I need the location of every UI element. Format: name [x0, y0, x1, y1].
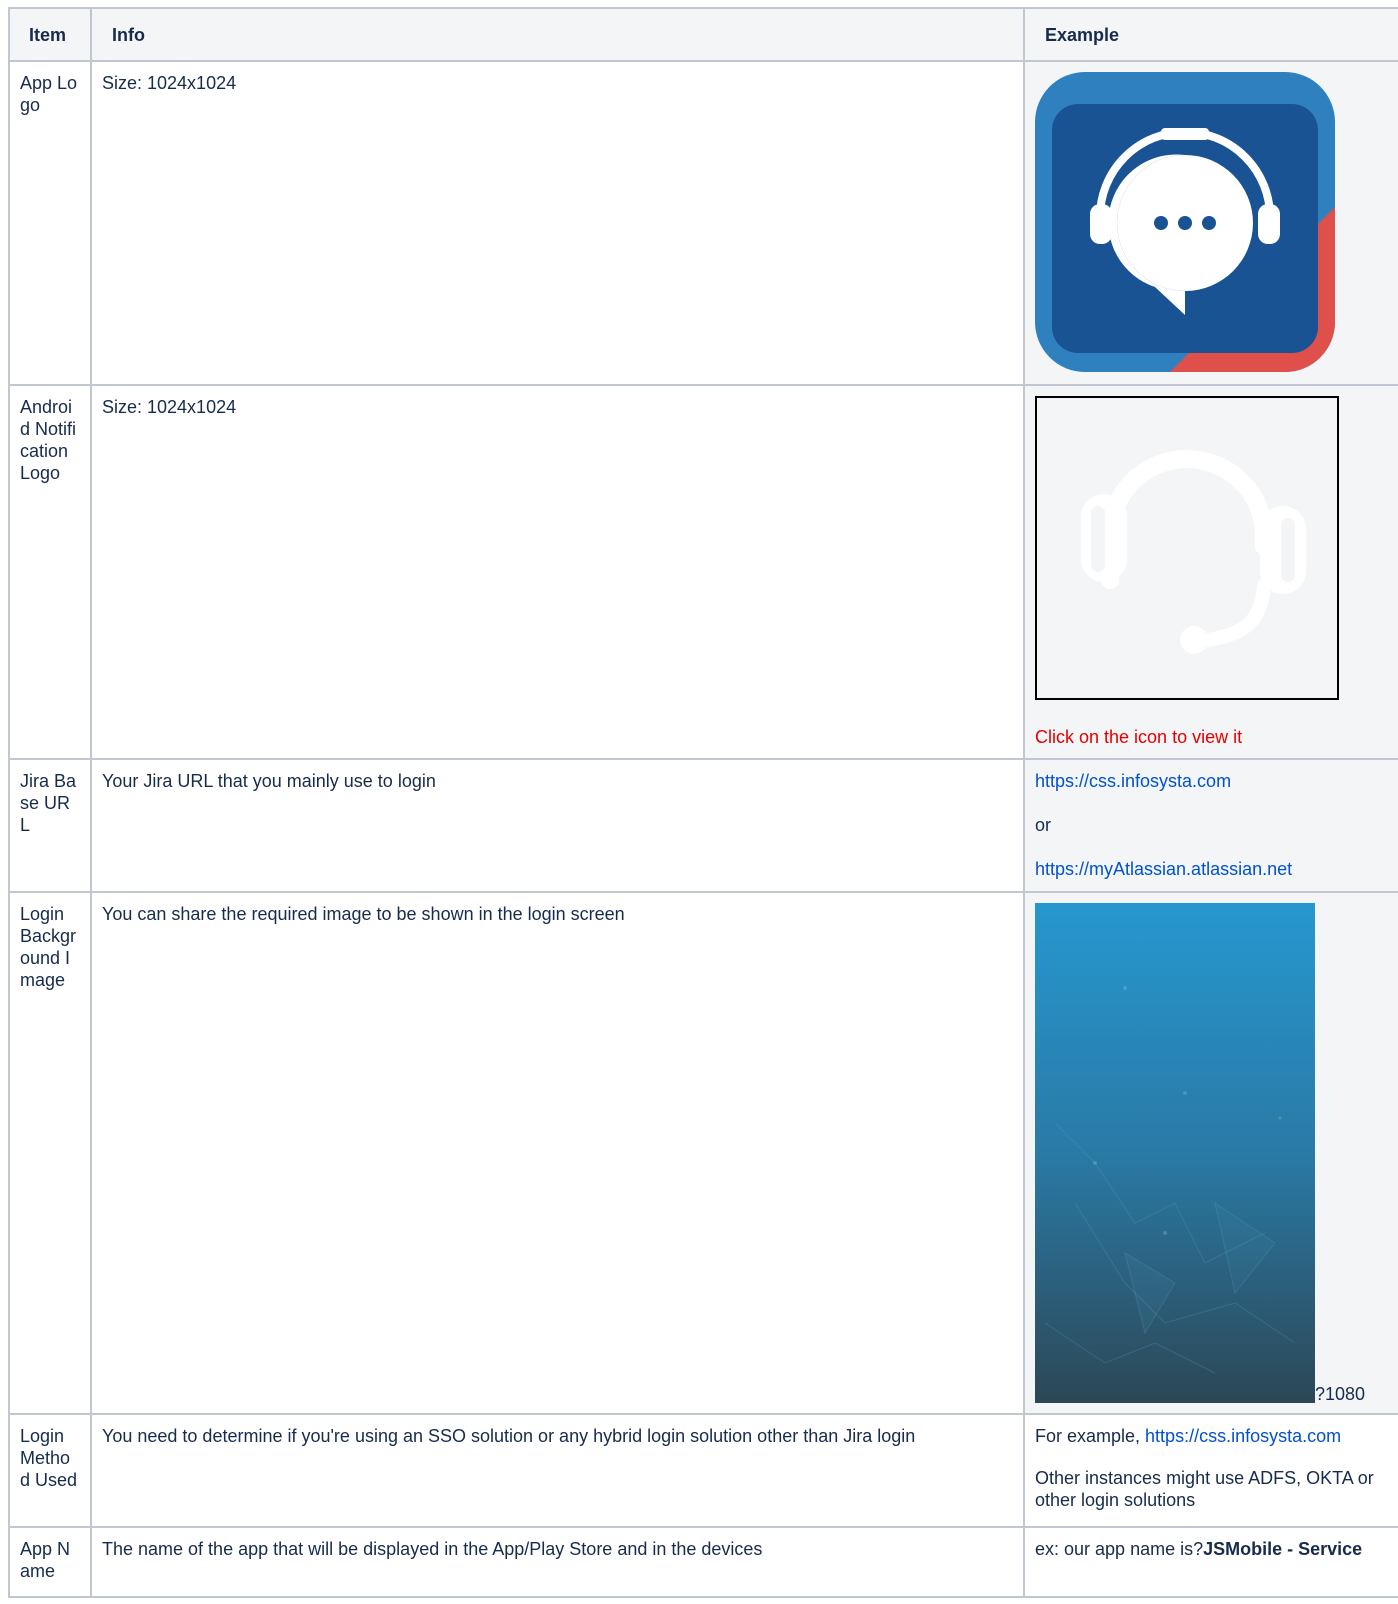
example-cell: https://css.infosysta.com or https://myA… [1023, 758, 1398, 893]
info-cell: You need to determine if you're using an… [90, 1413, 1025, 1528]
doc-table-wrap: Item Info Example App Logo Size: 1024x10… [8, 7, 1398, 1598]
or-text: or [1035, 815, 1052, 835]
table-row: Jira Base URL Your Jira URL that you mai… [8, 758, 1398, 893]
example-cell: ?1080 [1023, 891, 1398, 1415]
image-size-suffix: ?1080 [1315, 1384, 1366, 1404]
login-background-image[interactable] [1035, 903, 1315, 1403]
example-cell: ex: our app name is?JSMobile - Service [1023, 1526, 1398, 1598]
table-row: Login Background Image You can share the… [8, 891, 1398, 1415]
app-name-example: JSMobile - Service [1203, 1539, 1363, 1559]
info-cell: The name of the app that will be display… [90, 1526, 1025, 1598]
table-row: App Logo Size: 1024x1024 [8, 60, 1398, 386]
header-info: Info [90, 7, 1025, 62]
item-cell: App Name [8, 1526, 92, 1598]
item-cell: Android Notification Logo [8, 384, 92, 760]
info-cell: Your Jira URL that you mainly use to log… [90, 758, 1025, 893]
example-rest: Other instances might use ADFS, OKTA or … [1035, 1468, 1374, 1510]
example-cell: Click on the icon to view it [1023, 384, 1398, 760]
example-cell: For example, https://css.infosysta.com O… [1023, 1413, 1398, 1528]
item-cell: Jira Base URL [8, 758, 92, 893]
app-logo-image[interactable] [1035, 72, 1335, 372]
requirements-table: Item Info Example App Logo Size: 1024x10… [8, 7, 1398, 1598]
jira-url-link-2[interactable]: https://myAtlassian.atlassian.net [1035, 859, 1292, 879]
jira-url-link-1[interactable]: https://css.infosysta.com [1035, 771, 1231, 791]
info-cell: Size: 1024x1024 [90, 60, 1025, 386]
header-item: Item [8, 7, 92, 62]
view-icon-note: Click on the icon to view it [1035, 727, 1243, 747]
example-cell [1023, 60, 1398, 386]
info-cell: Size: 1024x1024 [90, 384, 1025, 760]
example-prefix: For example, [1035, 1426, 1146, 1446]
example-prefix: ex: our app name is? [1035, 1539, 1204, 1559]
notification-logo-image[interactable] [1035, 396, 1339, 700]
item-cell: Login Method Used [8, 1413, 92, 1528]
item-cell: Login Background Image [8, 891, 92, 1415]
header-example: Example [1023, 7, 1398, 62]
table-row: App Name The name of the app that will b… [8, 1526, 1398, 1598]
info-cell: You can share the required image to be s… [90, 891, 1025, 1415]
example-link[interactable]: https://css.infosysta.com [1145, 1426, 1341, 1446]
table-row: Login Method Used You need to determine … [8, 1413, 1398, 1528]
table-row: Android Notification Logo Size: 1024x102… [8, 384, 1398, 760]
item-cell: App Logo [8, 60, 92, 386]
table-header-row: Item Info Example [8, 7, 1398, 62]
